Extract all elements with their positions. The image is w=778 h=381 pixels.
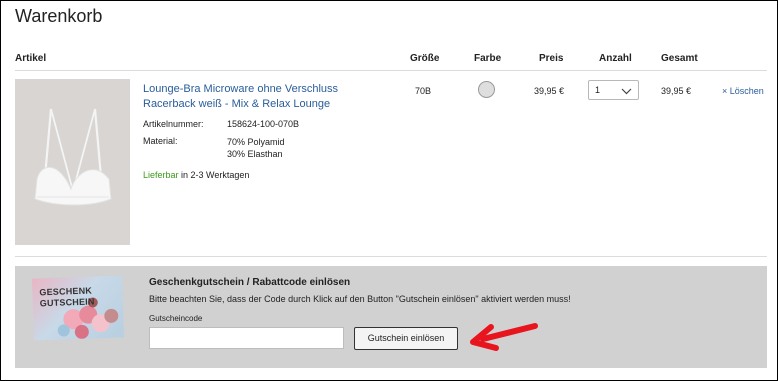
header-divider: [15, 70, 767, 71]
material-line-1: 70% Polyamid: [227, 137, 285, 147]
header-size: Größe: [410, 53, 440, 64]
quantity-select[interactable]: 1: [588, 80, 639, 100]
voucher-code-input[interactable]: [149, 327, 344, 349]
color-swatch: [478, 81, 495, 98]
header-article: Artikel: [15, 53, 47, 64]
header-color: Farbe: [474, 53, 502, 64]
header-price: Preis: [539, 53, 564, 64]
size-value: 70B: [415, 86, 432, 96]
voucher-title: Geschenkgutschein / Rabattcode einlösen: [149, 277, 351, 288]
voucher-section: GESCHENK GUTSCHEIN Geschenkgutschein / R…: [15, 266, 767, 368]
article-number-value: 158624-100-070B: [227, 119, 300, 129]
availability-status: Lieferbar: [143, 170, 179, 180]
product-image[interactable]: [15, 79, 130, 245]
cart-page: Warenkorb Artikel Größe Farbe Preis Anza…: [0, 0, 778, 381]
material-label: Material:: [143, 136, 178, 146]
voucher-note: Bitte beachten Sie, dass der Code durch …: [149, 294, 571, 304]
availability: Lieferbar in 2-3 Werktagen: [143, 170, 249, 180]
voucher-code-label: Gutscheincode: [149, 314, 203, 323]
gift-card-image: GESCHENK GUTSCHEIN: [31, 275, 125, 341]
page-title: Warenkorb: [15, 6, 103, 26]
article-number-label: Artikelnummer:: [143, 119, 204, 129]
header-total: Gesamt: [661, 53, 698, 64]
header-quantity: Anzahl: [599, 53, 632, 64]
quantity-value: 1: [595, 85, 601, 95]
row-divider: [15, 256, 767, 257]
red-arrow-annotation-icon: [470, 323, 538, 351]
material-line-2: 30% Elasthan: [227, 149, 283, 159]
gift-card-line-2: GUTSCHEIN: [39, 296, 95, 309]
total-value: 39,95 €: [661, 86, 692, 96]
gift-card-line-1: GESCHENK: [39, 285, 93, 298]
product-name-link[interactable]: Lounge-Bra Microware ohne Verschluss Rac…: [143, 82, 383, 112]
price-value: 39,95 €: [534, 86, 565, 96]
availability-text: in 2-3 Werktagen: [178, 170, 250, 180]
remove-item-link[interactable]: × Löschen: [722, 86, 764, 96]
redeem-voucher-button[interactable]: Gutschein einlösen: [354, 327, 458, 350]
chevron-down-icon: [621, 88, 632, 95]
cart-table-header: Artikel Größe Farbe Preis Anzahl Gesamt: [1, 53, 777, 67]
bra-image-icon: [34, 108, 112, 206]
